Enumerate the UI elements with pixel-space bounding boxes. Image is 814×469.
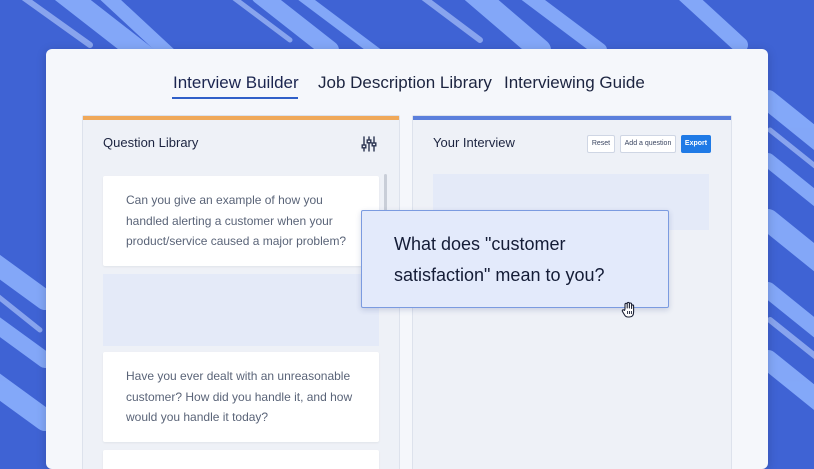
reset-button[interactable]: Reset	[587, 135, 615, 153]
dragged-question-text: What does "customer satisfaction" mean t…	[394, 234, 605, 285]
filter-sliders-icon[interactable]	[361, 136, 377, 152]
question-card[interactable]: Can you give an example of how you handl…	[103, 176, 379, 266]
question-text: Have you ever dealt with an unreasonable…	[126, 369, 353, 424]
tab-interviewing-guide[interactable]: Interviewing Guide	[504, 73, 645, 93]
panel-accent-bar	[83, 116, 399, 120]
tab-bar: Interview Builder Job Description Librar…	[46, 73, 768, 103]
tab-job-description-library[interactable]: Job Description Library	[318, 73, 492, 93]
question-library-panel: Question Library Can you give an example…	[82, 115, 400, 469]
question-text: Can you give an example of how you handl…	[126, 193, 347, 248]
question-card[interactable]	[103, 450, 379, 469]
panel-accent-bar	[413, 116, 731, 120]
grab-hand-cursor-icon	[621, 301, 635, 318]
dragged-question-card[interactable]: What does "customer satisfaction" mean t…	[361, 210, 669, 308]
export-button[interactable]: Export	[681, 135, 711, 153]
tab-interview-builder[interactable]: Interview Builder	[173, 73, 299, 93]
drop-placeholder	[103, 274, 379, 346]
your-interview-title: Your Interview	[433, 135, 515, 150]
question-card[interactable]: Have you ever dealt with an unreasonable…	[103, 352, 379, 442]
question-library-title: Question Library	[103, 135, 199, 150]
add-question-button[interactable]: Add a question	[620, 135, 676, 153]
active-tab-underline	[172, 97, 298, 99]
